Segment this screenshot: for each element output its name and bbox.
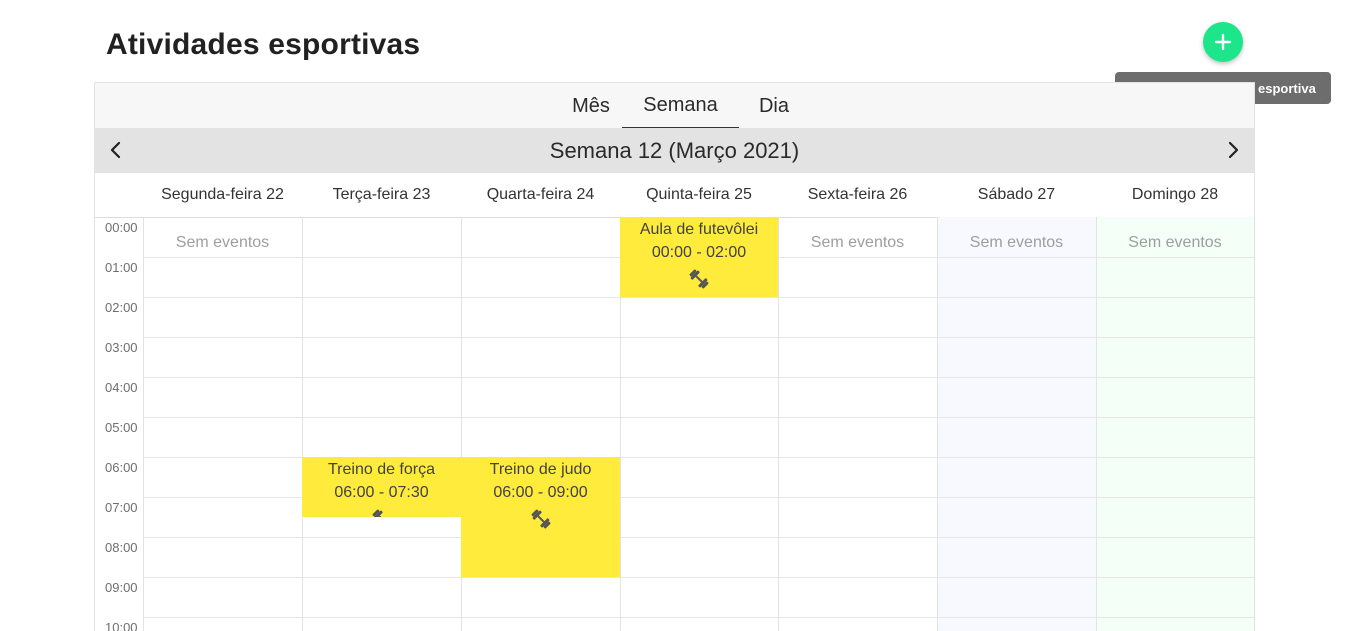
hour-label: 09:00 [105,580,138,595]
day-header-wednesday: Quarta-feira 24 [486,186,595,203]
no-events-sunday: Sem eventos [1128,234,1222,251]
add-activity-button[interactable] [1203,22,1243,62]
column-divider [1096,217,1097,631]
hour-label: 05:00 [105,420,138,435]
day-header-monday: Segunda-feira 22 [161,186,284,203]
hour-label: 03:00 [105,340,138,355]
hour-line [143,537,1254,538]
no-events-saturday: Sem eventos [969,234,1064,251]
tab-day[interactable]: Dia [739,83,809,129]
day-header-friday: Sexta-feira 26 [807,186,908,203]
event-treino-de-forca[interactable]: Treino de força 06:00 - 07:30 [302,457,461,517]
hour-label: 01:00 [105,260,138,275]
day-header-saturday: Sábado 27 [977,186,1056,203]
event-time: 00:00 - 02:00 [651,244,747,261]
day-header-tuesday: Terça-feira 23 [332,186,431,203]
hour-line [143,577,1254,578]
hour-line [143,617,1254,618]
view-tabs: Mês Semana Dia [95,82,1254,129]
hour-line [143,297,1254,298]
calendar: Mês Semana Dia Semana 12 (Março 2021) Se… [94,82,1255,631]
hour-label: 04:00 [105,380,138,395]
plus-icon [1214,33,1232,51]
event-title: Aula de futevôlei [639,221,759,238]
hour-label: 00:00 [105,220,138,235]
day-header-thursday: Quinta-feira 25 [646,186,752,203]
hour-label: 10:00 [105,620,138,631]
sunday-column[interactable] [1096,217,1254,631]
hour-label: 07:00 [105,500,138,515]
hour-line [143,417,1254,418]
hour-label: 08:00 [105,540,138,555]
column-divider [937,217,938,631]
dumbbell-icon [372,509,386,517]
hour-line [143,377,1254,378]
week-navigation: Semana 12 (Março 2021) [95,128,1254,173]
hour-line [143,337,1254,338]
week-grid: 00:00 01:00 02:00 03:00 04:00 05:00 06:0… [95,217,1254,631]
page-title: Atividades esportivas [106,28,421,61]
no-events-friday: Sem eventos [810,234,905,251]
day-header-sunday: Domingo 28 [1131,186,1219,203]
tab-month[interactable]: Mês [551,83,631,129]
page: Atividades esportivas Criar nova ativida… [0,0,1345,631]
event-title: Treino de judo [489,461,592,478]
dumbbell-icon [689,269,709,289]
event-time: 06:00 - 09:00 [493,484,588,501]
saturday-column[interactable] [937,217,1096,631]
chevron-left-icon[interactable] [104,138,128,162]
event-aula-de-futevolei[interactable]: Aula de futevôlei 00:00 - 02:00 [620,217,778,297]
week-title: Semana 12 (Março 2021) [549,137,800,163]
hour-label: 02:00 [105,300,138,315]
column-divider [778,217,779,631]
no-events-monday: Sem eventos [175,234,270,251]
column-divider [302,217,303,631]
tab-week[interactable]: Semana [622,83,739,129]
hour-label: 06:00 [105,460,138,475]
event-title: Treino de força [327,461,435,478]
event-treino-de-judo[interactable]: Treino de judo 06:00 - 09:00 [461,457,620,577]
column-divider [143,217,144,631]
chevron-right-icon[interactable] [1221,138,1245,162]
dumbbell-icon [531,509,550,529]
event-time: 06:00 - 07:30 [334,484,429,501]
